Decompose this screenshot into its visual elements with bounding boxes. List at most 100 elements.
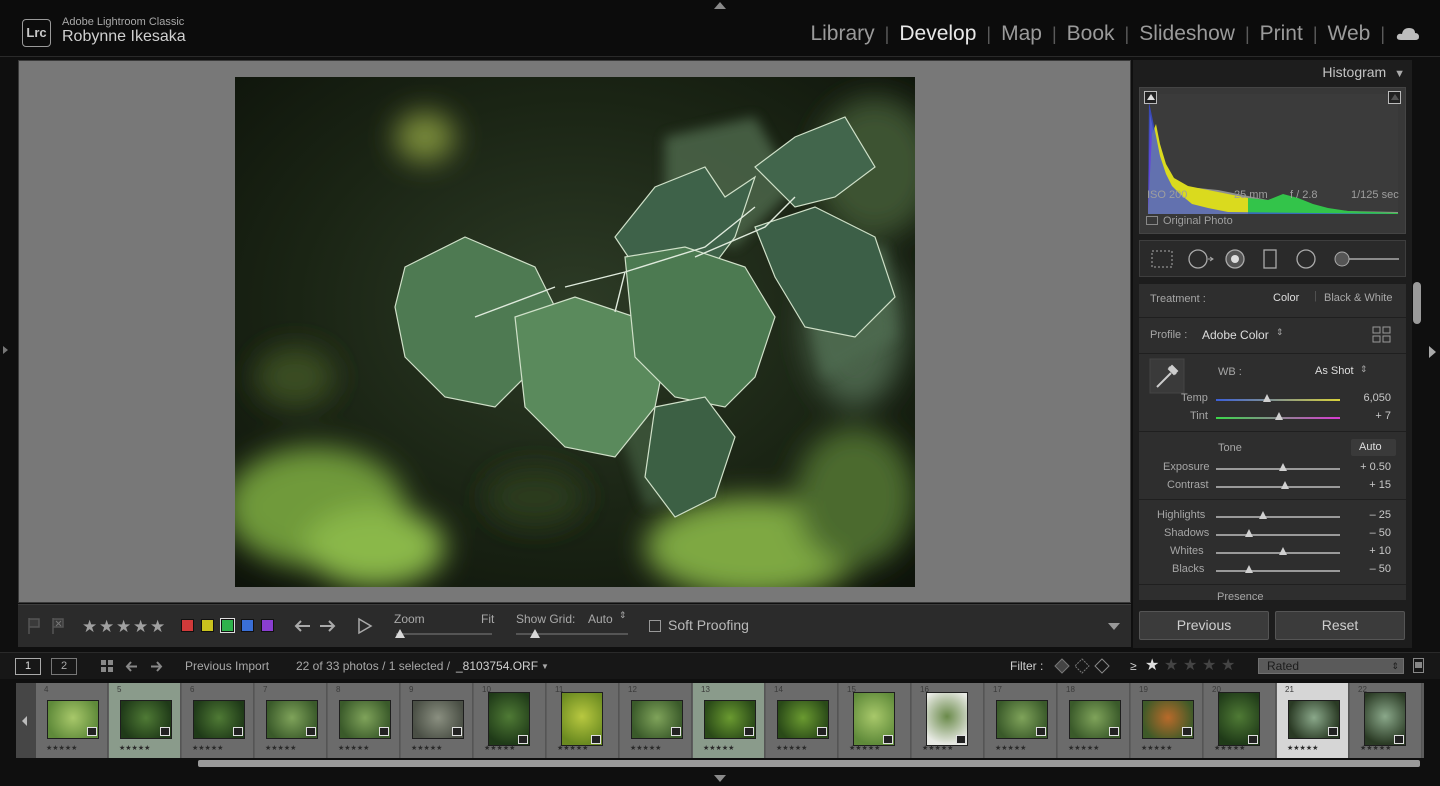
contrast-slider-thumb[interactable] <box>1281 481 1290 489</box>
module-develop[interactable]: Develop <box>892 22 983 46</box>
rating-star-3[interactable]: ★ <box>116 617 131 637</box>
develop-settings-badge-icon[interactable] <box>591 735 601 744</box>
temp-slider-thumb[interactable] <box>1262 394 1271 402</box>
blacks-value[interactable]: – 50 <box>1351 563 1391 575</box>
develop-settings-badge-icon[interactable] <box>233 727 243 736</box>
exposure-value[interactable]: + 0.50 <box>1351 461 1391 473</box>
wb-chevron-icon[interactable]: ⇕ <box>1360 364 1368 375</box>
primary-display-button[interactable]: 1 <box>15 658 41 675</box>
rating-operator[interactable]: ≥ <box>1130 659 1137 673</box>
filmstrip-thumbnail[interactable]: 6 ★★★★★ <box>182 683 254 758</box>
color-label-red[interactable] <box>181 619 194 632</box>
filmstrip-thumbnail[interactable]: 14 ★★★★★ <box>766 683 838 758</box>
filmstrip-thumbnail[interactable]: 12 ★★★★★ <box>620 683 692 758</box>
main-photo[interactable] <box>235 77 915 587</box>
treatment-color-option[interactable]: Color <box>1273 292 1299 304</box>
spot-removal-icon[interactable] <box>1187 248 1215 270</box>
wb-eyedropper-icon[interactable] <box>1149 358 1185 394</box>
module-library[interactable]: Library <box>803 22 881 46</box>
collapse-right-panel-icon[interactable] <box>1429 346 1436 358</box>
filmstrip-thumbnail[interactable]: 10 ★★★★★ <box>474 683 546 758</box>
filename-dropdown-icon[interactable]: ▼ <box>541 662 549 671</box>
treatment-bw-option[interactable]: Black & White <box>1324 292 1392 304</box>
develop-settings-badge-icon[interactable] <box>379 727 389 736</box>
filmstrip-scroll-left-icon[interactable] <box>22 716 27 726</box>
histogram[interactable]: ISO 200 25 mm f / 2.8 1/125 sec Original… <box>1139 87 1406 234</box>
whites-slider-thumb[interactable] <box>1278 547 1287 555</box>
develop-settings-badge-icon[interactable] <box>1109 727 1119 736</box>
collapse-top-panel-icon[interactable] <box>714 2 726 9</box>
filter-star-1[interactable]: ★ <box>1145 655 1159 675</box>
develop-settings-badge-icon[interactable] <box>306 727 316 736</box>
zoom-slider[interactable] <box>396 633 492 635</box>
shadows-value[interactable]: – 50 <box>1351 527 1391 539</box>
show-grid-chevron-icon[interactable]: ⇕ <box>619 610 627 621</box>
shadow-clipping-toggle[interactable] <box>1144 91 1157 104</box>
graduated-filter-icon[interactable] <box>1262 248 1278 270</box>
highlights-value[interactable]: – 25 <box>1351 509 1391 521</box>
tone-auto-button[interactable]: Auto <box>1351 439 1396 456</box>
whites-value[interactable]: + 10 <box>1351 545 1391 557</box>
blacks-slider[interactable] <box>1216 565 1340 573</box>
tint-value[interactable]: + 7 <box>1351 410 1391 422</box>
nav-forward-icon[interactable] <box>149 660 163 673</box>
filmstrip-thumbnail[interactable]: 21 ★★★★★ <box>1277 683 1349 758</box>
develop-settings-badge-icon[interactable] <box>744 727 754 736</box>
develop-settings-badge-icon[interactable] <box>956 735 966 744</box>
filmstrip-thumbnail[interactable]: 5 ★★★★★ <box>109 683 181 758</box>
contrast-slider[interactable] <box>1216 481 1340 489</box>
right-panel-scrollbar[interactable] <box>1413 282 1421 324</box>
red-eye-icon[interactable] <box>1224 248 1246 270</box>
filmstrip-thumbnail[interactable]: 17 ★★★★★ <box>985 683 1057 758</box>
color-label-green[interactable] <box>220 618 235 633</box>
highlights-slider-thumb[interactable] <box>1259 511 1268 519</box>
zoom-slider-thumb[interactable] <box>395 629 405 638</box>
shadows-slider-thumb[interactable] <box>1245 529 1254 537</box>
previous-button[interactable]: Previous <box>1139 611 1269 640</box>
arrow-right-icon[interactable] <box>318 618 338 634</box>
develop-settings-badge-icon[interactable] <box>452 727 462 736</box>
filter-lock-icon[interactable] <box>1413 658 1424 673</box>
module-print[interactable]: Print <box>1253 22 1310 46</box>
shadows-slider[interactable] <box>1216 529 1340 537</box>
develop-settings-badge-icon[interactable] <box>671 727 681 736</box>
develop-settings-badge-icon[interactable] <box>883 735 893 744</box>
module-map[interactable]: Map <box>994 22 1049 46</box>
filter-star-2[interactable]: ★ <box>1164 655 1178 675</box>
profile-chevron-icon[interactable]: ⇕ <box>1276 327 1284 338</box>
exposure-slider[interactable] <box>1216 463 1340 471</box>
play-slideshow-icon[interactable] <box>357 617 373 635</box>
nav-back-icon[interactable] <box>125 660 139 673</box>
toolbar-options-chevron-icon[interactable] <box>1108 623 1120 630</box>
color-label-blue[interactable] <box>241 619 254 632</box>
crop-overlay-icon[interactable] <box>1150 249 1174 269</box>
module-slideshow[interactable]: Slideshow <box>1132 22 1242 46</box>
module-book[interactable]: Book <box>1060 22 1122 46</box>
develop-settings-badge-icon[interactable] <box>1248 735 1258 744</box>
develop-settings-badge-icon[interactable] <box>160 727 170 736</box>
reset-button[interactable]: Reset <box>1275 611 1405 640</box>
filmstrip-thumbnail[interactable]: 15 ★★★★★ <box>839 683 911 758</box>
develop-settings-badge-icon[interactable] <box>1328 727 1338 736</box>
profile-browser-icon[interactable] <box>1372 326 1392 344</box>
develop-settings-badge-icon[interactable] <box>1394 735 1404 744</box>
filter-preset-select[interactable]: Rated ⇕ <box>1258 658 1404 674</box>
soft-proofing-checkbox[interactable] <box>649 620 661 632</box>
grid-view-icon[interactable] <box>100 659 115 674</box>
color-label-purple[interactable] <box>261 619 274 632</box>
filmstrip-thumbnail[interactable]: 9 ★★★★★ <box>401 683 473 758</box>
filmstrip-thumbnail[interactable]: 7 ★★★★★ <box>255 683 327 758</box>
exposure-slider-thumb[interactable] <box>1278 463 1287 471</box>
module-web[interactable]: Web <box>1321 22 1378 46</box>
rating-star-4[interactable]: ★ <box>133 617 148 637</box>
collapse-filmstrip-icon[interactable] <box>714 775 726 782</box>
histogram-header[interactable]: Histogram ▼ <box>1133 64 1405 80</box>
flag-icon[interactable] <box>27 617 41 635</box>
rating-star-1[interactable]: ★ <box>82 617 97 637</box>
filmstrip-scrollbar[interactable] <box>198 760 1420 767</box>
radial-filter-icon[interactable] <box>1295 248 1317 270</box>
expand-left-panel-icon[interactable] <box>3 346 8 354</box>
develop-settings-badge-icon[interactable] <box>518 735 528 744</box>
filmstrip-source[interactable]: Previous Import <box>185 659 269 673</box>
rating-star-2[interactable]: ★ <box>99 617 114 637</box>
